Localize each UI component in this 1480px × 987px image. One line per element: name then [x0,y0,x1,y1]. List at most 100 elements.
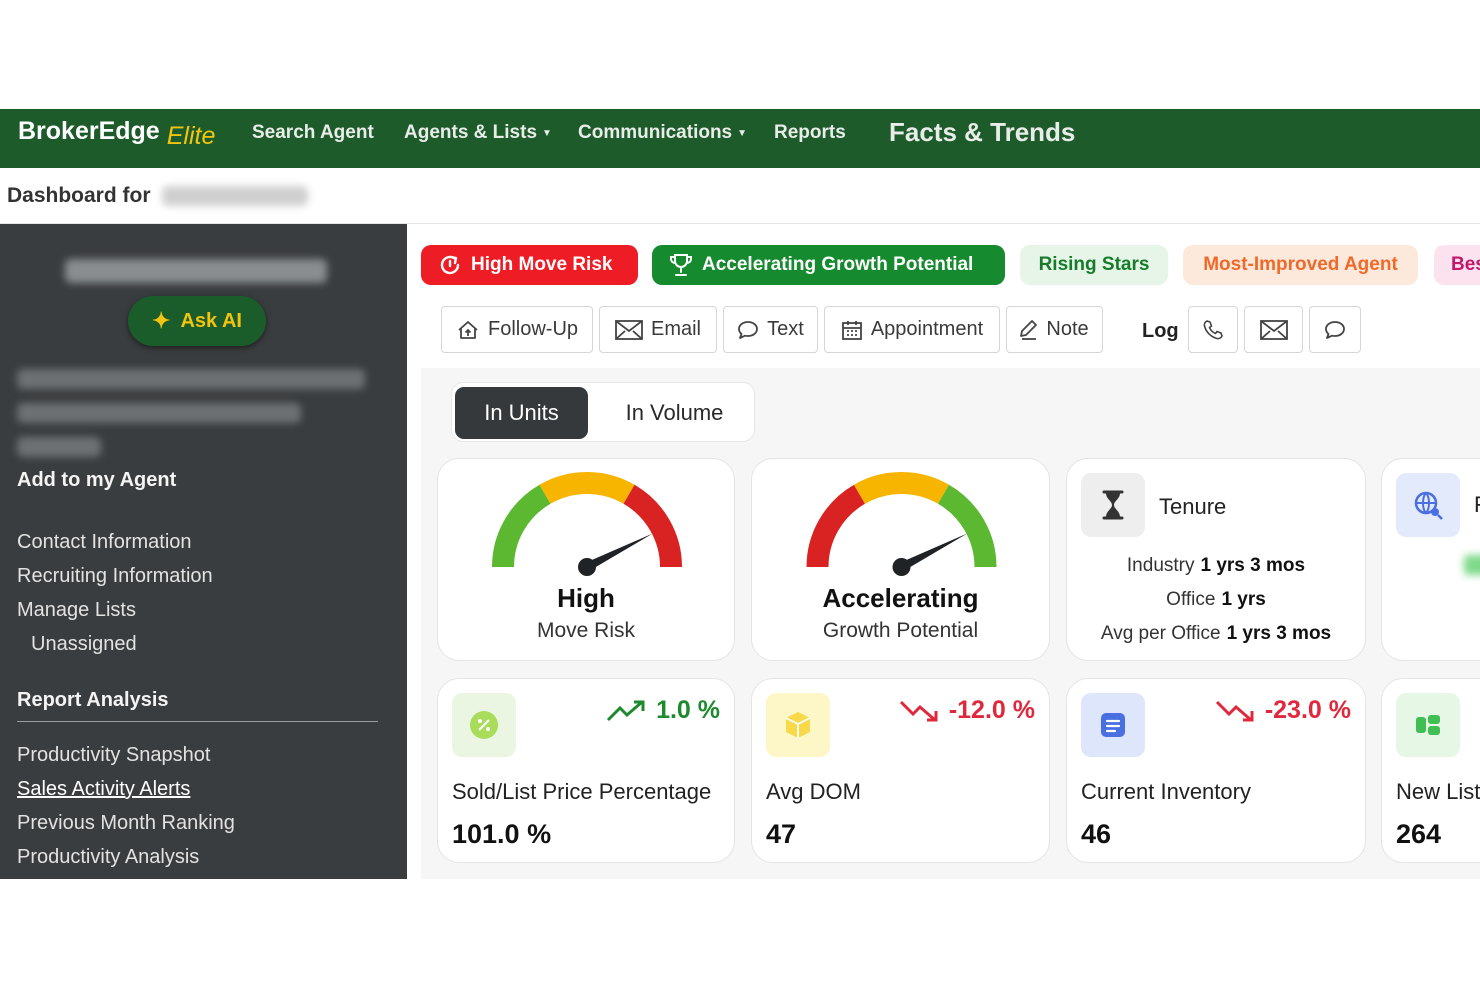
tenure-row-label: Industry [1126,555,1195,576]
trend-up-icon [607,700,645,721]
envelope-icon [1259,319,1288,340]
partial-card-title: F [1474,492,1480,518]
tag-accelerating-growth[interactable]: Accelerating Growth Potential [652,245,1005,285]
stats-panel: In Units In Volume High Move Risk Accele… [421,368,1480,879]
main-content: High Move Risk Accelerating Growth Poten… [407,224,1480,879]
metric-label: Current Inventory [1081,779,1251,804]
partial-stat-card[interactable]: F [1381,458,1480,661]
gauge-title: Accelerating [822,583,979,613]
sidebar-unassigned[interactable]: Unassigned [31,633,137,656]
gauge-title: High [557,583,615,613]
metric-trend: 1.0 % [606,696,720,725]
nav-facts-trends[interactable]: Facts & Trends [889,117,1075,148]
nav-agents-lists[interactable]: Agents & Lists ▼ [404,122,552,144]
caret-down-icon: ▼ [737,127,748,139]
in-volume-option[interactable]: In Volume [602,387,747,439]
appointment-button[interactable]: Appointment [824,306,1000,353]
brand-logo[interactable]: BrokerEdge Elite [18,117,215,150]
globe-search-icon [1396,473,1460,537]
nav-communications[interactable]: Communications ▼ [578,122,747,144]
ask-ai-button[interactable]: ✦ Ask AI [128,296,266,346]
pen-icon [1020,319,1038,340]
growth-potential-card[interactable]: Accelerating Growth Potential [751,458,1050,661]
dashboard-label: Dashboard for [7,184,151,207]
in-units-option[interactable]: In Units [455,387,588,439]
metric-card-new-list[interactable]: New List 264 [1381,678,1480,863]
sidebar-productivity-analysis[interactable]: Productivity Analysis [17,846,199,869]
house-up-icon [458,320,478,339]
tag-accelerating-label: Accelerating Growth Potential [702,254,974,275]
text-button[interactable]: Text [723,306,818,353]
sidebar-manage-lists[interactable]: Manage Lists [17,599,136,622]
calendar-icon [841,320,862,340]
tag-best[interactable]: Bes [1434,245,1480,285]
gauge-segment [937,484,997,568]
note-button[interactable]: Note [1006,306,1103,353]
gauge-segment [854,472,949,504]
tag-rising-stars[interactable]: Rising Stars [1020,245,1168,285]
tenure-row-label: Office [1166,589,1216,610]
chat-bubble-icon [1325,320,1345,339]
cube-icon [766,693,830,757]
email-label: Email [650,318,701,340]
text-label: Text [767,318,804,340]
redacted-profile-name [65,259,327,283]
growth-potential-gauge [806,472,997,576]
metric-value: 47 [766,819,797,849]
gauge-hub [578,558,596,576]
tenure-avg-row: Avg per Office 1 yrs 3 mos [1067,623,1365,645]
follow-up-button[interactable]: Follow-Up [441,306,593,353]
metric-change: 1.0 % [656,696,720,724]
log-text-button[interactable] [1309,306,1361,353]
metric-card-sold-list[interactable]: 1.0 % Sold/List Price Percentage 101.0 % [437,678,735,863]
metric-value: 46 [1081,819,1112,849]
sidebar-sales-activity-alerts[interactable]: Sales Activity Alerts [17,778,190,801]
trend-down-icon [899,700,938,721]
redacted-id-line [17,437,101,457]
metric-card-current-inventory[interactable]: -23.0 % Current Inventory 46 [1066,678,1366,863]
top-navbar: BrokerEdge Elite Search Agent Agents & L… [0,109,1480,168]
add-to-agent-link[interactable]: Add to my Agent [17,469,176,492]
sidebar-contact-information[interactable]: Contact Information [17,531,192,554]
listing-icon [1396,693,1460,757]
tag-high-move-risk-label: High Move Risk [471,254,613,275]
email-button[interactable]: Email [599,306,717,353]
log-call-button[interactable] [1188,306,1238,353]
gauge-segment [623,484,682,568]
nav-agents-lists-label: Agents & Lists [404,122,538,143]
metric-card-avg-dom[interactable]: -12.0 % Avg DOM 47 [751,678,1050,863]
note-label: Note [1046,318,1089,340]
tenure-row-value: 1 yrs 3 mos [1200,555,1306,576]
sidebar-previous-month-ranking[interactable]: Previous Month Ranking [17,812,235,835]
document-list-icon [1081,693,1145,757]
log-label: Log [1142,320,1179,342]
move-risk-card[interactable]: High Move Risk [437,458,735,661]
metric-value: 101.0 % [452,819,552,849]
metric-trend: -12.0 % [899,696,1035,725]
percent-icon [452,693,516,757]
sidebar-productivity-snapshot[interactable]: Productivity Snapshot [17,744,210,767]
app-window: BrokerEdge Elite Search Agent Agents & L… [0,109,1480,879]
phone-icon [1203,319,1223,339]
nav-reports[interactable]: Reports [774,122,846,144]
brand-suffix: Elite [166,122,216,150]
tag-most-improved[interactable]: Most-Improved Agent [1183,245,1418,285]
gauge-subtitle: Move Risk [536,619,636,642]
nav-search-agent[interactable]: Search Agent [252,122,374,144]
brand-name: BrokerEdge [18,117,160,145]
tenure-card[interactable]: Tenure Industry 1 yrs 3 mos Office 1 yrs A… [1066,458,1366,661]
appointment-label: Appointment [870,318,984,340]
hourglass-icon [1081,473,1145,537]
refresh-alert-icon [440,255,460,275]
redacted-office-line [17,403,301,423]
metric-label: New List [1396,779,1480,804]
sidebar-recruiting-information[interactable]: Recruiting Information [17,565,213,588]
nav-search-agent-label: Search Agent [252,122,374,143]
dashboard-header: Dashboard for [0,168,1480,224]
ask-ai-label: Ask AI [180,309,242,332]
trend-down-icon [1215,700,1254,721]
dashboard-title: Dashboard for [7,184,309,208]
tenure-row-value: 1 yrs 3 mos [1226,623,1332,644]
tag-high-move-risk[interactable]: High Move Risk [421,245,638,285]
log-email-button[interactable] [1244,306,1303,353]
